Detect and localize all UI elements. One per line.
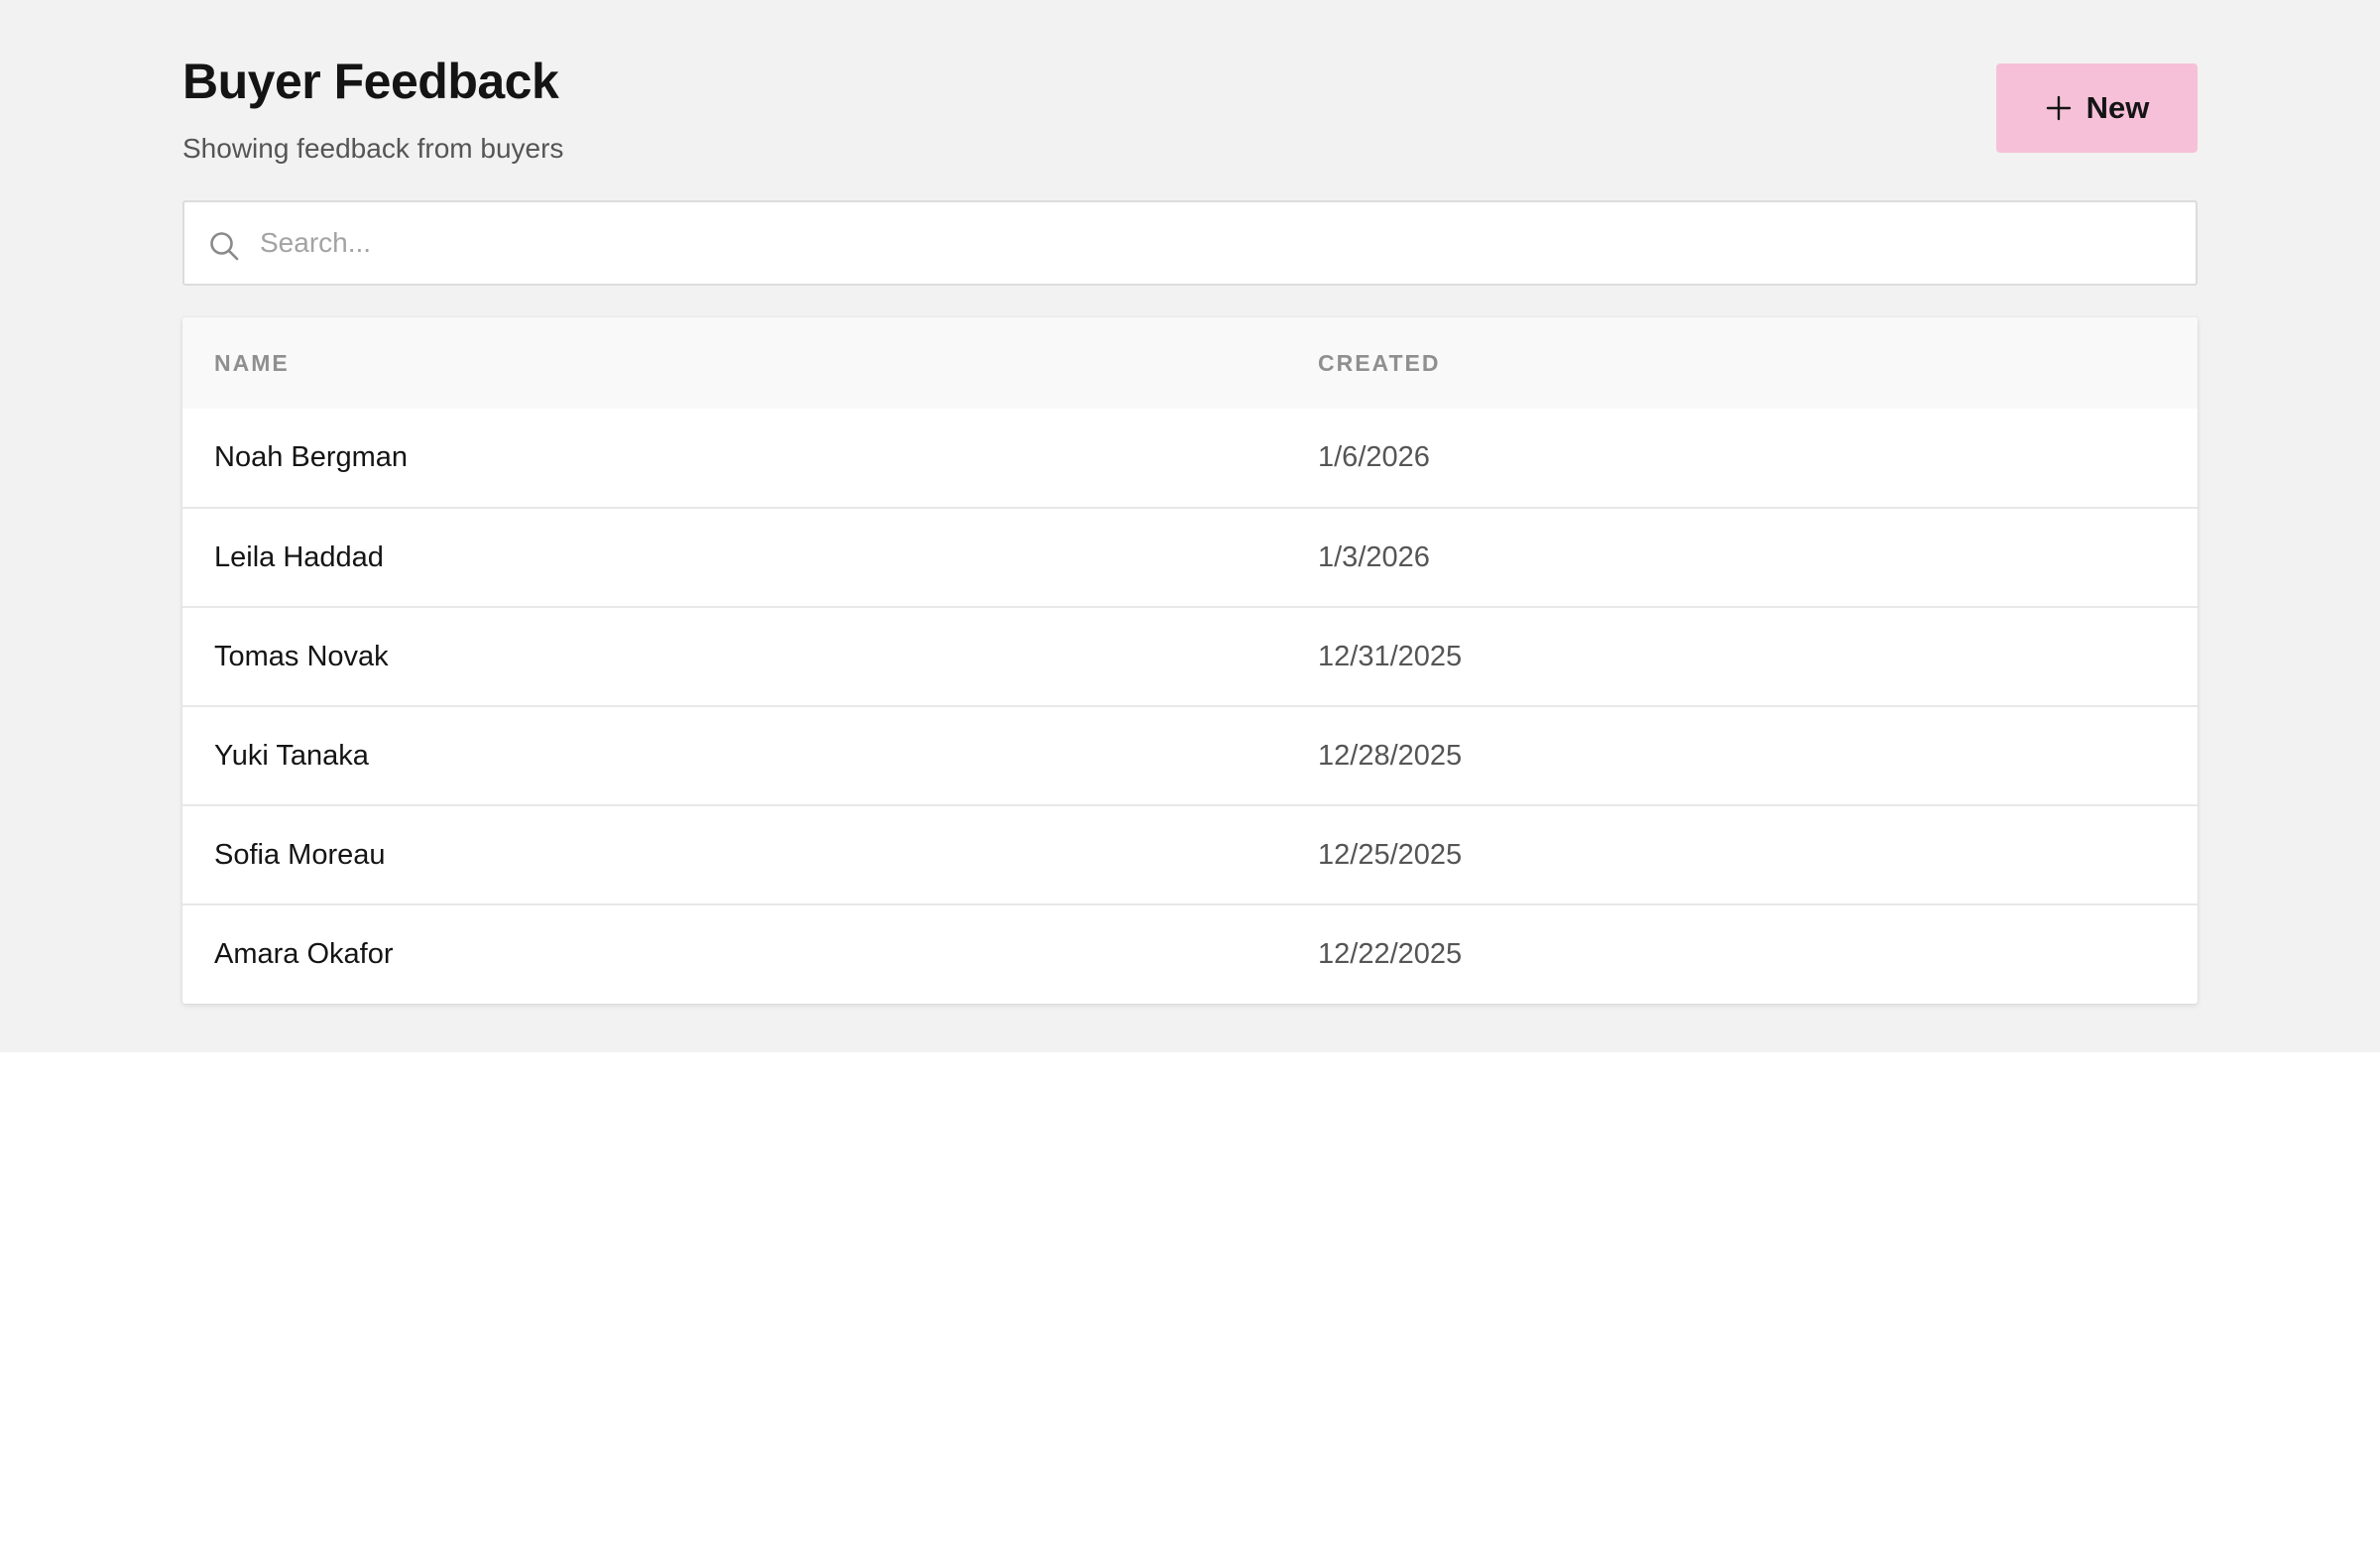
page-title: Buyer Feedback (182, 54, 559, 109)
page-subtitle: Showing feedback from buyers (182, 133, 564, 164)
app-background: Buyer Feedback Showing feedback from buy… (0, 0, 2380, 1052)
cell-name: Noah Bergman (214, 441, 409, 473)
search-icon (210, 232, 239, 261)
table-row[interactable]: Tomas Novak 12/31/2025 (182, 606, 2198, 706)
cell-created: 12/22/2025 (1318, 903, 2198, 1004)
new-button[interactable]: New (1996, 63, 2198, 153)
search-input[interactable] (260, 202, 2174, 284)
cell-name: Leila Haddad (182, 507, 1318, 607)
feedback-table: NAME CREATED Noah Bergman 1/6/2026 Leila… (182, 317, 2198, 1004)
cell-name: Yuki Tanaka (182, 705, 1318, 805)
cell-created: 12/28/2025 (1318, 705, 2198, 805)
cell-name: Sofia Moreau (182, 804, 1318, 904)
column-header-created[interactable]: CREATED (1318, 317, 2198, 409)
table-row[interactable]: Sofia Moreau 12/25/2025 (182, 804, 2198, 904)
cell-created: 1/3/2026 (1318, 507, 2198, 607)
table-row[interactable]: Leila Haddad 1/3/2026 (182, 507, 2198, 607)
cell-name: Tomas Novak (182, 606, 1318, 706)
feedback-table-card: NAME CREATED Noah Bergman 1/6/2026 Leila… (182, 317, 2198, 1004)
cell-name: Amara Okafor (182, 903, 1318, 1004)
table-header-row: NAME CREATED (182, 317, 2198, 409)
new-button-label: New (2085, 90, 2150, 125)
table-header: NAME CREATED (182, 317, 2198, 409)
column-header-name[interactable]: NAME (182, 317, 1318, 409)
cell-created: 12/31/2025 (1318, 606, 2198, 706)
table-row[interactable]: Yuki Tanaka 12/28/2025 (182, 705, 2198, 805)
cell-created: 1/6/2026 (1318, 441, 1430, 473)
table-body: Noah Bergman 1/6/2026 Leila Haddad 1/3/2… (182, 409, 2198, 1004)
cell-created: 12/25/2025 (1318, 804, 2198, 904)
search-box[interactable] (182, 200, 2198, 286)
plus-icon (2046, 95, 2071, 121)
table-row[interactable]: Noah Bergman 1/6/2026 (182, 409, 2198, 508)
table-row[interactable]: Amara Okafor 12/22/2025 (182, 903, 2198, 1004)
